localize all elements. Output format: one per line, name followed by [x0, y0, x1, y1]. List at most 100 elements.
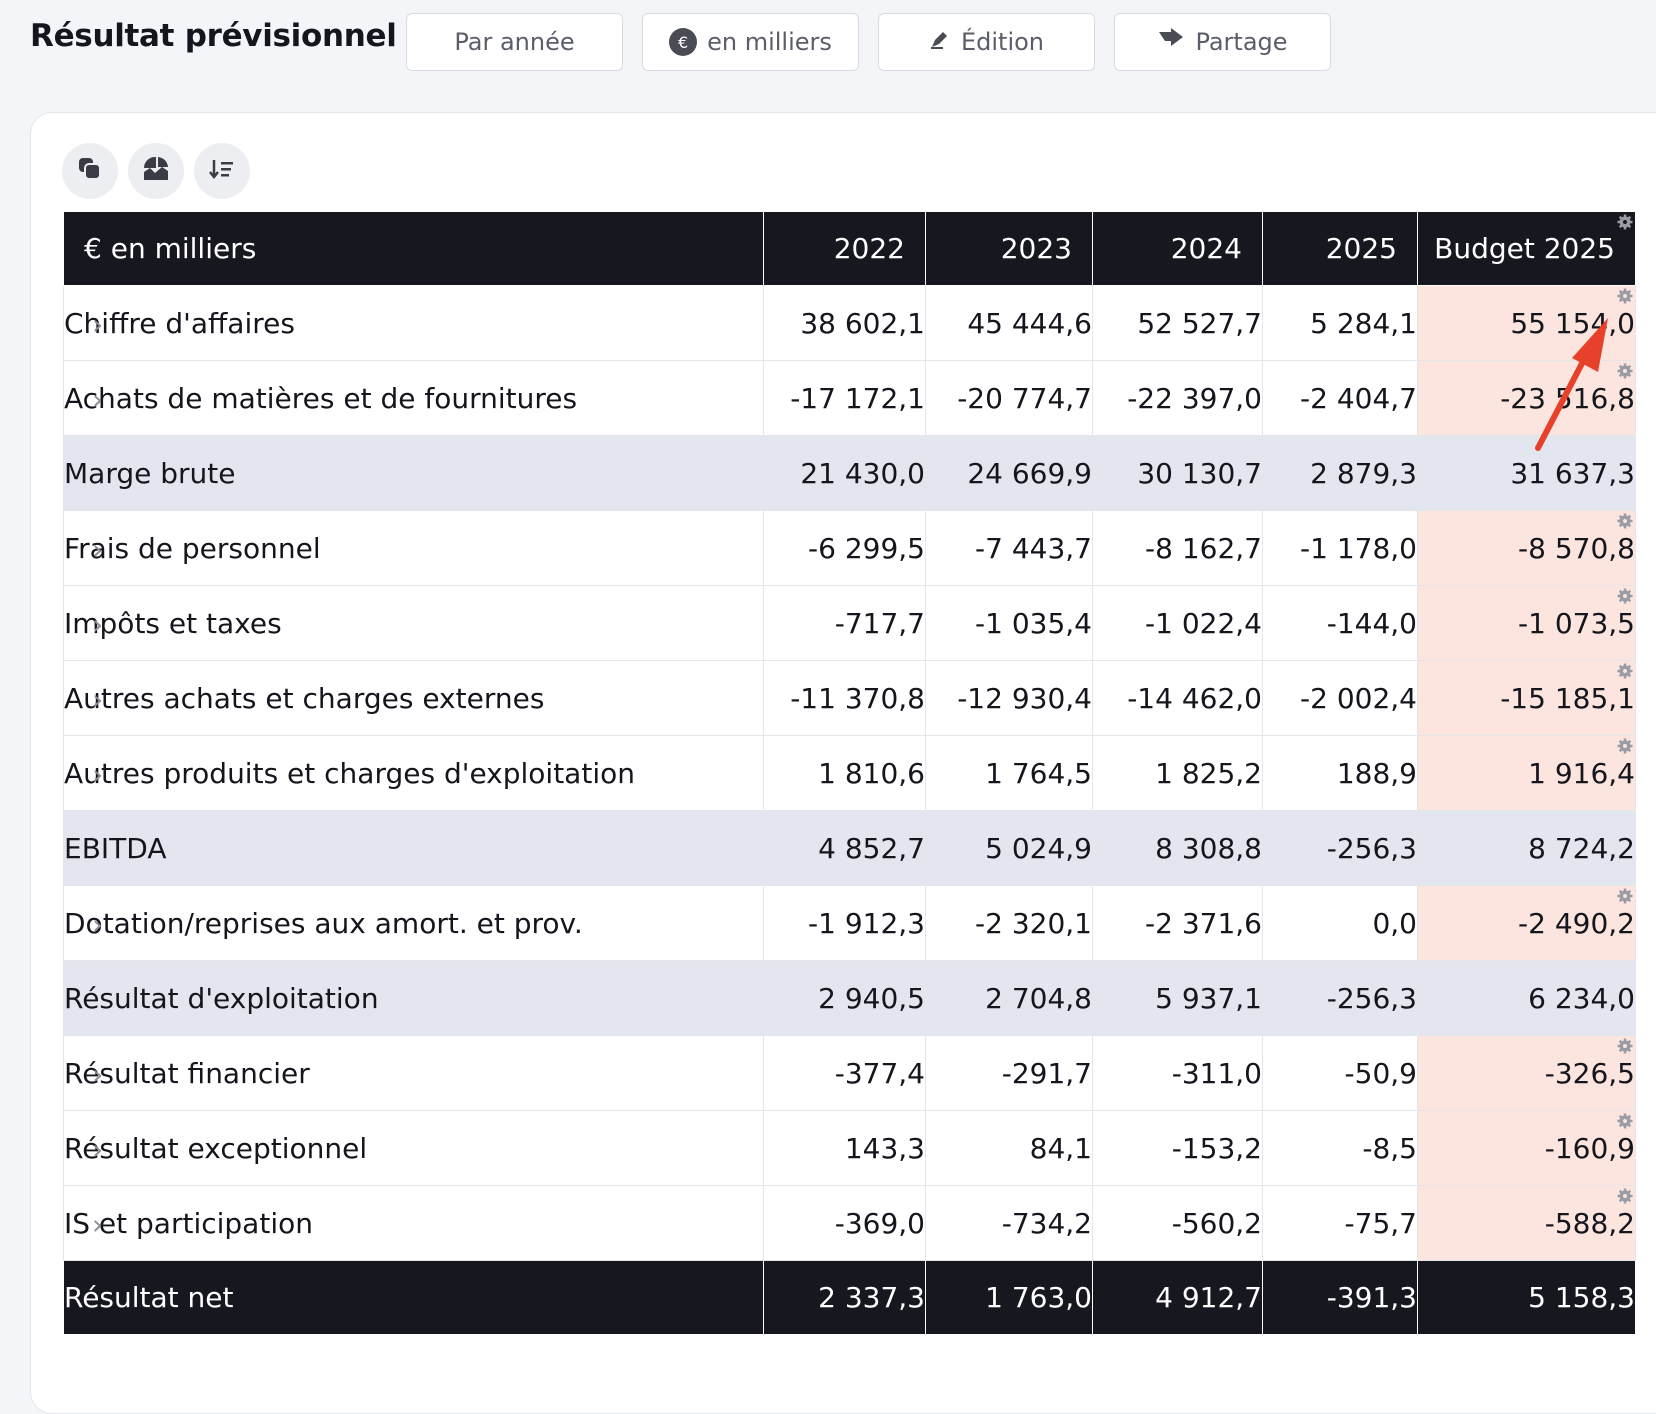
table-header-row: € en milliers 2022 2023 2024 2025 Budget… — [63, 211, 1636, 286]
budget-value: 1 916,4 — [1528, 756, 1635, 790]
gear-icon[interactable] — [1617, 888, 1633, 904]
cell-budget-2025[interactable]: -160,9 — [1417, 1110, 1636, 1186]
period-button[interactable]: Par année — [406, 13, 623, 71]
cell-2023: 5 024,9 — [925, 810, 1093, 886]
cell-2023: -20 774,7 — [925, 360, 1093, 436]
cell-budget-2025[interactable]: -1 073,5 — [1417, 585, 1636, 661]
row-label-cell[interactable]: › Frais de personnel — [63, 510, 764, 586]
cell-2023: -12 930,4 — [925, 660, 1093, 736]
header-2025: 2025 — [1262, 211, 1418, 286]
table-row-resultat-net: Résultat net 2 337,3 1 763,0 4 912,7 -39… — [63, 1260, 1636, 1335]
budget-value: -2 490,2 — [1518, 906, 1635, 940]
cell-2022: -717,7 — [763, 585, 926, 661]
row-label-cell[interactable]: › Dotation/reprises aux amort. et prov. — [63, 885, 764, 961]
chevron-right-icon[interactable]: › — [92, 1133, 103, 1166]
row-label-cell[interactable]: › IS et participation — [63, 1185, 764, 1261]
row-label-cell[interactable]: › Achats de matières et de fournitures — [63, 360, 764, 436]
cell-2024: 4 912,7 — [1092, 1260, 1263, 1335]
cell-2023: 45 444,6 — [925, 285, 1093, 361]
page-title: Résultat prévisionnel — [30, 18, 397, 54]
edit-button[interactable]: Édition — [878, 13, 1095, 71]
income-statement-table: € en milliers 2022 2023 2024 2025 Budget… — [63, 211, 1636, 1335]
row-label: Dotation/reprises aux amort. et prov. — [64, 906, 583, 940]
gear-icon[interactable] — [1617, 513, 1633, 529]
gear-icon[interactable] — [1617, 1113, 1633, 1129]
cell-budget-2025[interactable]: 55 154,0 — [1417, 285, 1636, 361]
chevron-right-icon[interactable]: › — [92, 308, 103, 341]
gear-icon[interactable] — [1617, 663, 1633, 679]
table-row-autres-achats: › Autres achats et charges externes -11 3… — [63, 660, 1636, 736]
chevron-right-icon[interactable]: › — [92, 908, 103, 941]
cell-2025: -256,3 — [1262, 960, 1418, 1036]
cell-2022: -17 172,1 — [763, 360, 926, 436]
row-label: Marge brute — [64, 456, 236, 490]
cell-2024: -2 371,6 — [1092, 885, 1263, 961]
cell-budget-2025[interactable]: -8 570,8 — [1417, 510, 1636, 586]
cell-2023: 1 763,0 — [925, 1260, 1093, 1335]
gear-icon[interactable] — [1617, 363, 1633, 379]
table-row-ebitda: EBITDA 4 852,7 5 024,9 8 308,8 -256,3 8 … — [63, 810, 1636, 886]
cell-2022: 1 810,6 — [763, 735, 926, 811]
cell-2024: 8 308,8 — [1092, 810, 1263, 886]
gear-icon[interactable] — [1617, 1038, 1633, 1054]
share-button[interactable]: Partage — [1114, 13, 1331, 71]
cell-2025: -2 002,4 — [1262, 660, 1418, 736]
row-label-cell[interactable]: › Autres produits et charges d'exploitati… — [63, 735, 764, 811]
cell-budget-2025[interactable]: 1 916,4 — [1417, 735, 1636, 811]
header-2022: 2022 — [763, 211, 926, 286]
row-label-cell[interactable]: › Résultat financier — [63, 1035, 764, 1111]
header-2023: 2023 — [925, 211, 1093, 286]
cell-2022: 4 852,7 — [763, 810, 926, 886]
cell-2023: 1 764,5 — [925, 735, 1093, 811]
cell-2022: 143,3 — [763, 1110, 926, 1186]
cell-2022: -377,4 — [763, 1035, 926, 1111]
gear-icon[interactable] — [1617, 288, 1633, 304]
budget-value: -1 073,5 — [1518, 606, 1635, 640]
chevron-right-icon[interactable]: › — [92, 1058, 103, 1091]
cell-budget-2025[interactable]: -326,5 — [1417, 1035, 1636, 1111]
chevron-right-icon[interactable]: › — [92, 683, 103, 716]
cell-budget-2025[interactable]: -23 516,8 — [1417, 360, 1636, 436]
table-row-resultat-exploitation: Résultat d'exploitation 2 940,5 2 704,8 … — [63, 960, 1636, 1036]
row-label-cell[interactable]: › Chiffre d'affaires — [63, 285, 764, 361]
cell-budget-2025[interactable]: -2 490,2 — [1417, 885, 1636, 961]
cell-2022: -11 370,8 — [763, 660, 926, 736]
cell-2024: -14 462,0 — [1092, 660, 1263, 736]
budget-value: 55 154,0 — [1510, 306, 1635, 340]
row-label-cell[interactable]: › Résultat exceptionnel — [63, 1110, 764, 1186]
units-button-label: en milliers — [707, 28, 832, 56]
chart-button[interactable] — [128, 143, 184, 199]
cell-2025: -2 404,7 — [1262, 360, 1418, 436]
top-bar: Résultat prévisionnel Par année € en mil… — [0, 0, 1656, 90]
cell-2022: -1 912,3 — [763, 885, 926, 961]
gear-icon[interactable] — [1617, 1188, 1633, 1204]
cell-2023: -1 035,4 — [925, 585, 1093, 661]
gear-icon[interactable] — [1617, 214, 1633, 230]
row-label-cell[interactable]: › Impôts et taxes — [63, 585, 764, 661]
chevron-right-icon[interactable]: › — [92, 533, 103, 566]
row-label-cell[interactable]: › Autres achats et charges externes — [63, 660, 764, 736]
chevron-right-icon[interactable]: › — [92, 1208, 103, 1241]
pencil-icon — [929, 28, 951, 56]
cell-budget-2025[interactable]: -15 185,1 — [1417, 660, 1636, 736]
row-label-cell: EBITDA — [63, 810, 764, 886]
chevron-right-icon[interactable]: › — [92, 608, 103, 641]
header-units-label: € en milliers — [63, 211, 764, 286]
row-label: EBITDA — [64, 831, 167, 865]
cell-2025: -391,3 — [1262, 1260, 1418, 1335]
copy-button[interactable] — [62, 143, 118, 199]
sort-icon — [209, 158, 235, 184]
cell-2024: 5 937,1 — [1092, 960, 1263, 1036]
chevron-right-icon[interactable]: › — [92, 758, 103, 791]
cell-budget-2025: 31 637,3 — [1417, 435, 1636, 511]
units-button[interactable]: € en milliers — [642, 13, 859, 71]
sort-button[interactable] — [194, 143, 250, 199]
cell-budget-2025[interactable]: -588,2 — [1417, 1185, 1636, 1261]
share-icon — [1157, 28, 1185, 56]
cell-2024: -153,2 — [1092, 1110, 1263, 1186]
chevron-right-icon[interactable]: › — [92, 383, 103, 416]
cell-2022: 2 940,5 — [763, 960, 926, 1036]
gear-icon[interactable] — [1617, 588, 1633, 604]
row-label: Achats de matières et de fournitures — [64, 381, 578, 415]
gear-icon[interactable] — [1617, 738, 1633, 754]
